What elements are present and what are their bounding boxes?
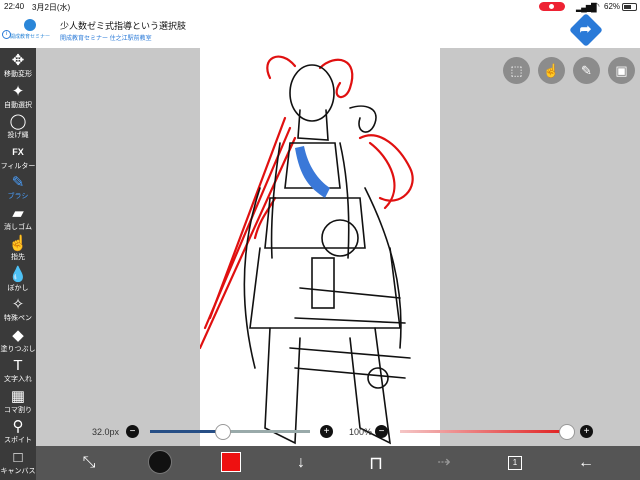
ad-title[interactable]: 少人数ゼミ式指導という選択肢 — [60, 19, 186, 32]
fill-icon: ◆ — [12, 326, 24, 344]
canvas-icon: □ — [13, 448, 23, 466]
screen-record-icon — [539, 2, 565, 11]
brush-size-label: 32.0px — [92, 427, 120, 437]
arrow-turn-right-icon: ➦ — [579, 20, 592, 37]
tool-label: 文字入れ — [4, 376, 32, 383]
brush-preview-button[interactable] — [148, 450, 172, 474]
color-swatch-button[interactable] — [221, 452, 241, 472]
lasso-icon: ◯ — [9, 113, 27, 130]
tool-canvas[interactable]: □ キャンバス — [0, 446, 36, 478]
tool-label: スポイト — [4, 437, 32, 444]
ad-logo: 開成教育セミナー — [10, 19, 50, 43]
pencil-icon[interactable]: ✎ — [573, 57, 600, 84]
move-icon: ✥ — [11, 52, 25, 69]
ad-subtitle[interactable]: 開成教育セミナー 住之江駅前教室 — [60, 33, 152, 42]
tool-label: 指先 — [11, 254, 25, 261]
tool-label: キャンバス — [0, 467, 36, 475]
tool-label: フィルター — [0, 162, 36, 170]
transform-icon[interactable]: ⤡ — [77, 452, 101, 474]
tool-eyedropper[interactable]: ⚲ スポイト — [0, 415, 36, 447]
text-icon: T — [13, 357, 23, 374]
opacity-slider[interactable] — [400, 430, 566, 433]
tool-label: コマ割り — [4, 406, 32, 414]
tool-special-pen[interactable]: ✧ 特殊ペン — [0, 293, 36, 325]
drawing-canvas[interactable] — [198, 48, 440, 446]
tool-label: 移動変形 — [4, 71, 32, 78]
sketch-artwork — [198, 55, 414, 445]
filter-icon: FX — [12, 146, 24, 157]
bottom-bar — [36, 446, 640, 480]
undo-icon[interactable]: ↓ — [289, 452, 313, 474]
tool-filter[interactable]: FX フィルター — [0, 141, 36, 173]
tool-text[interactable]: T 文字入れ — [0, 354, 36, 386]
battery-icon — [622, 3, 637, 11]
back-icon[interactable]: ← — [574, 452, 598, 474]
tool-label: 塗りつぶし — [0, 345, 36, 353]
tool-smudge[interactable]: ☝ 指先 — [0, 232, 36, 264]
brush-size-thumb[interactable] — [215, 424, 231, 440]
tool-label: ブラシ — [7, 193, 29, 200]
tool-blur[interactable]: 💧 ぼかし — [0, 263, 36, 295]
opacity-increase-button[interactable]: + — [580, 425, 593, 438]
status-time: 22:40 — [4, 2, 25, 11]
tool-brush[interactable]: ✎ ブラシ — [0, 171, 36, 203]
tool-sidebar: ✥ 移動変形 ✦ 自動選択 ◯ 投げ縄 FX フィルター ✎ ブラシ ▰ 消しゴム ☝ 指先 💧 ぼかし ✧ 特殊… — [0, 48, 36, 480]
opacity-label: 100% — [349, 427, 373, 437]
eyedropper-icon: ⚲ — [12, 418, 24, 435]
brush-icon: ✎ — [11, 174, 25, 191]
stamp-icon[interactable]: ⊓ — [364, 452, 388, 474]
opacity-thumb[interactable] — [559, 424, 575, 440]
layers-count: 1 — [508, 456, 522, 470]
tool-eraser[interactable]: ▰ 消しゴム — [0, 202, 36, 234]
tool-label: ぼかし — [7, 284, 29, 292]
tool-auto-select[interactable]: ✦ 自動選択 — [0, 80, 36, 112]
status-bar: 22:40 3月2日(水) ▂▄▆█ ◠ 62% — [0, 0, 640, 13]
selection-icon[interactable]: ⬚ — [503, 57, 530, 84]
blur-icon: 💧 — [8, 265, 28, 283]
tool-frame[interactable]: ▦ コマ割り — [0, 385, 36, 417]
layers-button[interactable]: 1 — [503, 452, 527, 474]
size-decrease-button[interactable]: − — [126, 425, 139, 438]
eraser-icon: ▰ — [12, 204, 24, 222]
wifi-icon: ◠ — [592, 1, 600, 11]
image-icon[interactable]: ▣ — [608, 57, 635, 84]
frame-icon: ▦ — [10, 387, 26, 405]
status-date: 3月2日(水) — [32, 3, 71, 12]
gesture-icon[interactable]: ☝ — [538, 57, 565, 84]
tool-lasso[interactable]: ◯ 投げ縄 — [0, 110, 36, 142]
tool-label: 投げ縄 — [7, 132, 29, 139]
ad-banner[interactable]: i 開成教育セミナー 少人数ゼミ式指導という選択肢 開成教育セミナー 住之江駅前… — [0, 13, 640, 48]
tool-label: 特殊ペン — [4, 315, 32, 322]
special-pen-icon: ✧ — [11, 296, 25, 313]
redo-icon[interactable]: ⇢ — [432, 452, 456, 474]
tool-fill[interactable]: ◆ 塗りつぶし — [0, 324, 36, 356]
tool-label: 自動選択 — [4, 101, 32, 109]
tool-move[interactable]: ✥ 移動変形 — [0, 49, 36, 81]
smudge-icon: ☝ — [8, 235, 28, 252]
ad-go-button[interactable]: ➦ — [569, 13, 603, 47]
size-increase-button[interactable]: + — [320, 425, 333, 438]
opacity-decrease-button[interactable]: − — [375, 425, 388, 438]
tool-label: 消しゴム — [4, 223, 32, 231]
battery-percent: 62% — [604, 2, 621, 11]
auto-select-icon: ✦ — [11, 82, 25, 100]
